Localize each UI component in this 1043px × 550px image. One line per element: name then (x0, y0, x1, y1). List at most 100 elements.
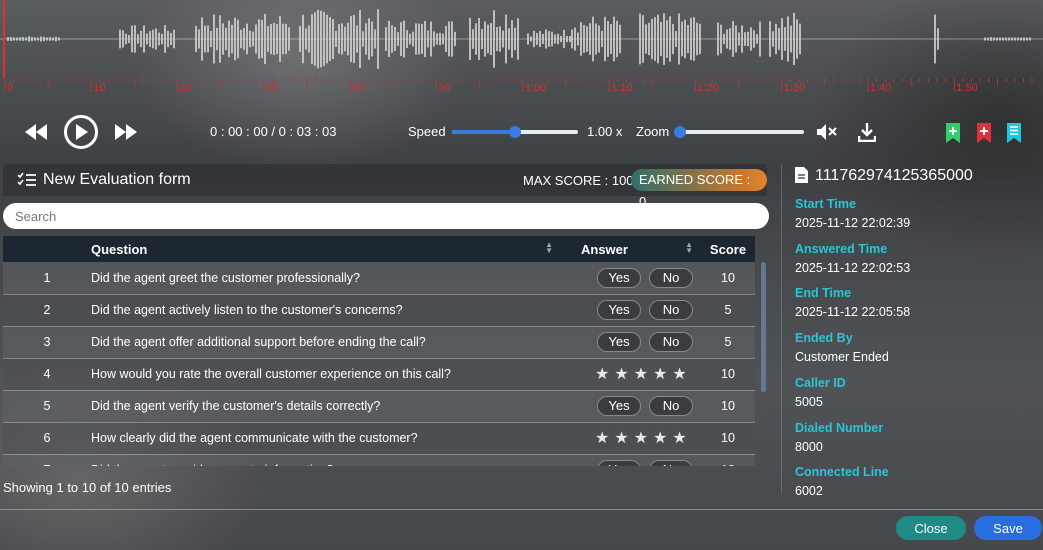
column-question[interactable]: Question ▲ ▼ (91, 236, 561, 262)
answer-cell: Yes No (561, 454, 701, 466)
row-number: 3 (43, 335, 51, 349)
star-rating[interactable]: ★★★★★ (595, 366, 692, 383)
zoom-slider[interactable] (674, 126, 804, 138)
playback-time: 0 : 00 : 00 / 0 : 03 : 03 (210, 124, 337, 139)
yes-button[interactable]: Yes (597, 396, 641, 416)
star-icon[interactable]: ★ (614, 366, 633, 383)
no-button[interactable]: No (649, 396, 693, 416)
score-cell: 10 (721, 270, 735, 285)
star-icon[interactable]: ★ (595, 366, 614, 383)
answer-cell: Yes No (561, 262, 701, 294)
star-icon[interactable]: ★ (614, 430, 633, 447)
table-row: 6 How clearly did the agent communicate … (3, 422, 755, 454)
table-row: 7 Did the agent provide accurate informa… (3, 454, 755, 466)
evaluation-form-header: New Evaluation form MAX SCORE : 100 EARN… (3, 164, 767, 209)
no-button[interactable]: No (649, 300, 693, 320)
detail-value: 2025-11-12 22:05:58 (795, 305, 911, 320)
close-button[interactable]: Close (896, 516, 966, 540)
earned-score-badge: EARNED SCORE : 0 (631, 169, 767, 209)
detail-label: Dialed Number (795, 420, 884, 435)
waveform-timeline: 0 10 20 30 40 50 1:00 1:10 1:20 1:30 1:40 1:50 (4, 78, 1033, 94)
timeline-label: 1:30 (784, 82, 805, 94)
speed-label: Speed (408, 124, 446, 139)
add-bookmark-red-button[interactable] (975, 122, 993, 144)
detail-value: 6002 (795, 484, 823, 499)
timeline-label: 30 (266, 82, 278, 94)
score-cell: 5 (724, 335, 732, 349)
detail-label: End Time (795, 286, 852, 301)
score-cell: 5 (724, 303, 732, 317)
bookmark-list-button[interactable] (1005, 122, 1023, 144)
audio-waveform[interactable] (0, 0, 1043, 78)
timeline-label: 1:50 (956, 82, 977, 94)
yes-button[interactable]: Yes (597, 300, 641, 320)
detail-label: Connected Line (795, 465, 889, 480)
question-text: Did the agent greet the customer profess… (91, 270, 360, 285)
detail-label: Caller ID (795, 375, 846, 390)
evaluation-table: Question ▲ ▼ Answer ▲ ▼ Score 1 Did the agen… (3, 236, 755, 466)
download-icon (858, 123, 876, 142)
yes-button[interactable]: Yes (597, 267, 641, 288)
download-button[interactable] (857, 121, 877, 143)
yes-button[interactable]: Yes (597, 460, 641, 466)
column-number (3, 236, 91, 262)
answer-cell: Yes No (561, 294, 701, 326)
checklist-icon (17, 172, 36, 186)
mute-button[interactable] (816, 122, 838, 142)
no-button[interactable]: No (649, 267, 693, 288)
score-cell: 10 (721, 431, 735, 445)
star-icon[interactable]: ★ (672, 366, 691, 383)
fast-forward-button[interactable] (114, 120, 138, 144)
table-row: 2 Did the agent actively listen to the c… (3, 294, 755, 326)
row-number: 7 (3, 454, 91, 466)
detail-label: Start Time (795, 197, 856, 211)
column-answer-label: Answer (581, 241, 628, 257)
star-icon[interactable]: ★ (634, 430, 653, 447)
sort-icon: ▲ ▼ (545, 240, 553, 255)
sort-icon: ▲ ▼ (685, 240, 693, 255)
star-icon[interactable]: ★ (672, 430, 691, 447)
detail-value: 8000 (795, 439, 823, 454)
footer-divider (0, 509, 1043, 510)
detail-value: 2025-11-12 22:02:39 (795, 216, 911, 230)
yes-button[interactable]: Yes (597, 332, 641, 352)
call-details-panel: 111762974125365000 Start Time 2025-11-12 … (795, 164, 1035, 504)
answer-cell: ★★★★★ (561, 422, 701, 454)
bookmark-add-red-icon (977, 123, 991, 143)
table-row: 1 Did the agent greet the customer profe… (3, 262, 755, 294)
column-answer[interactable]: Answer ▲ ▼ (561, 236, 701, 262)
timeline-label: 40 (352, 82, 364, 94)
star-icon[interactable]: ★ (595, 430, 614, 447)
play-button[interactable] (64, 115, 98, 149)
speed-slider-knob[interactable] (509, 126, 521, 138)
bookmark-list-icon (1007, 123, 1021, 143)
zoom-label: Zoom (636, 124, 670, 139)
detail-label: Ended By (795, 331, 853, 346)
no-button[interactable]: No (649, 332, 693, 352)
search-input[interactable] (3, 203, 769, 229)
rewind-button[interactable] (24, 120, 48, 144)
question-text: Did the agent verify the customer's deta… (91, 399, 381, 413)
add-bookmark-green-button[interactable] (944, 122, 962, 144)
table-header-row: Question ▲ ▼ Answer ▲ ▼ Score (3, 236, 755, 262)
row-number: 1 (43, 270, 51, 285)
table-row: 5 Did the agent verify the customer's de… (3, 390, 755, 422)
row-number: 5 (43, 399, 51, 413)
star-icon[interactable]: ★ (634, 366, 653, 383)
column-score-label: Score (709, 241, 747, 257)
no-button[interactable]: No (649, 460, 693, 466)
star-rating[interactable]: ★★★★★ (595, 430, 692, 447)
star-icon[interactable]: ★ (653, 430, 672, 447)
star-icon[interactable]: ★ (653, 366, 672, 383)
answer-cell: Yes No (561, 390, 701, 422)
speed-value: 1.00 x (587, 124, 623, 139)
table-scrollbar[interactable] (761, 262, 766, 392)
question-text: Did the agent actively listen to the cus… (91, 303, 403, 317)
timeline-label: 1:20 (697, 82, 718, 94)
save-button[interactable]: Save (974, 516, 1042, 540)
table-row: 4 How would you rate the overall custome… (3, 358, 755, 390)
detail-value: Customer Ended (795, 350, 889, 365)
speed-slider[interactable] (452, 126, 578, 138)
zoom-slider-knob[interactable] (674, 126, 686, 138)
fast-forward-icon (115, 124, 137, 140)
